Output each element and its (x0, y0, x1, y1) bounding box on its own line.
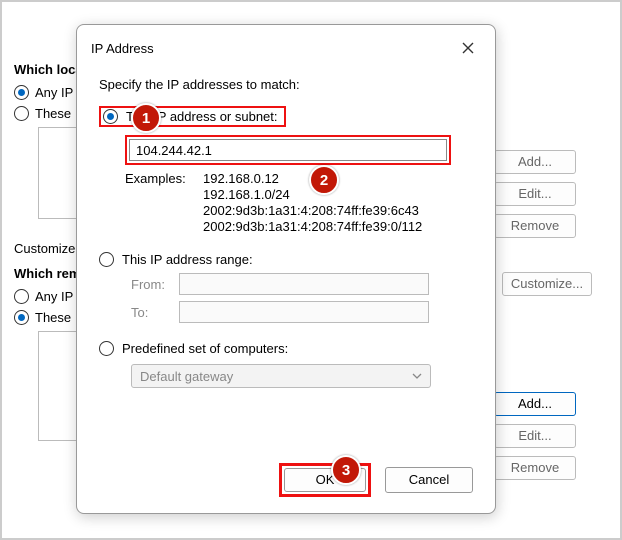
bg-radio-any-local[interactable] (14, 85, 29, 100)
bg-radio-any-remote-label: Any IP (35, 289, 73, 304)
dialog-title: IP Address (91, 41, 154, 56)
bg-radio-these-local[interactable] (14, 106, 29, 121)
radio-predefined-label: Predefined set of computers: (122, 341, 288, 356)
bg-add-remote-button[interactable]: Add... (494, 392, 576, 416)
bg-remove-remote-button[interactable]: Remove (494, 456, 576, 480)
to-input[interactable] (179, 301, 429, 323)
bg-customize-button[interactable]: Customize... (502, 272, 592, 296)
instruction-text: Specify the IP addresses to match: (99, 77, 473, 92)
radio-predefined[interactable] (99, 341, 114, 356)
bg-radio-these-remote-label: These (35, 310, 71, 325)
bg-radio-these-remote[interactable] (14, 310, 29, 325)
ip-address-dialog: IP Address Specify the IP addresses to m… (76, 24, 496, 514)
to-label: To: (131, 305, 171, 320)
examples-label: Examples: (125, 171, 199, 186)
radio-ip-range[interactable] (99, 252, 114, 267)
cancel-button[interactable]: Cancel (385, 467, 473, 493)
bg-edit-remote-button[interactable]: Edit... (494, 424, 576, 448)
bg-radio-any-remote[interactable] (14, 289, 29, 304)
predefined-dropdown[interactable]: Default gateway (131, 364, 431, 388)
bg-radio-any-local-label: Any IP (35, 85, 73, 100)
bg-remove-local-button[interactable]: Remove (494, 214, 576, 238)
chevron-down-icon (412, 371, 422, 382)
radio-ip-range-label: This IP address range: (122, 252, 253, 267)
bg-radio-these-local-label: These (35, 106, 71, 121)
ip-input[interactable] (129, 139, 447, 161)
callout-badge-3: 3 (331, 455, 361, 485)
from-label: From: (131, 277, 171, 292)
example-4: 2002:9d3b:1a31:4:208:74ff:fe39:0/112 (203, 219, 473, 234)
bg-add-local-button[interactable]: Add... (494, 150, 576, 174)
radio-this-ip[interactable] (103, 109, 118, 124)
ip-input-highlight (125, 135, 451, 165)
close-icon[interactable] (455, 35, 481, 61)
option-this-ip-highlight: This IP address or subnet: (99, 106, 286, 127)
callout-badge-1: 1 (131, 103, 161, 133)
callout-badge-2: 2 (309, 165, 339, 195)
example-3: 2002:9d3b:1a31:4:208:74ff:fe39:6c43 (203, 203, 473, 218)
example-2: 192.168.1.0/24 (203, 187, 473, 202)
from-input[interactable] (179, 273, 429, 295)
predefined-value: Default gateway (140, 369, 233, 384)
bg-edit-local-button[interactable]: Edit... (494, 182, 576, 206)
